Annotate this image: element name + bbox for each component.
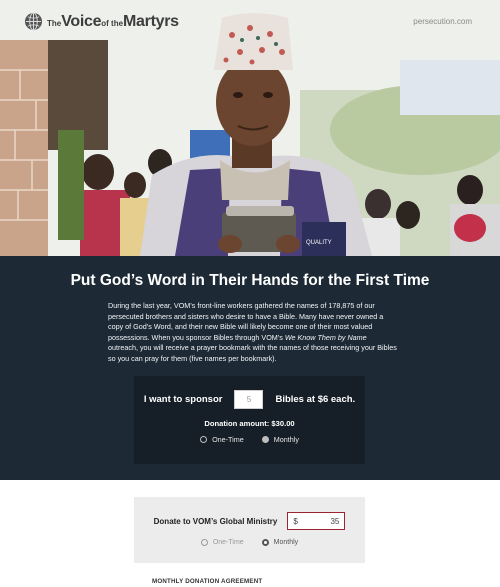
ministry-amount-input[interactable]: $ 35 bbox=[287, 512, 346, 530]
monthly-agreement-heading: MONTHLY DONATION AGREEMENT bbox=[152, 578, 263, 585]
logo-wordmark: TheVoiceof theMartyrs bbox=[47, 12, 179, 30]
sponsor-suffix-label: Bibles at $6 each. bbox=[275, 394, 356, 405]
ministry-monthly-option[interactable]: Monthly bbox=[261, 539, 298, 546]
ministry-label: Donate to VOM’s Global Ministry bbox=[153, 516, 278, 526]
hero-photo: QUALITY bbox=[0, 0, 500, 256]
radio-unselected-icon[interactable] bbox=[200, 436, 208, 443]
globe-icon bbox=[24, 12, 43, 31]
donation-amount-total: Donation amount: $30.00 bbox=[204, 419, 295, 428]
hero-banner: QUALITY TheVoiceof theMartyrs persecutio… bbox=[0, 0, 500, 256]
ministry-frequency-group: One-Time Monthly bbox=[134, 539, 365, 546]
ministry-line: Donate to VOM’s Global Ministry $ 35 bbox=[134, 512, 365, 530]
campaign-intro: During the last year, VOM’s front-line w… bbox=[108, 301, 397, 363]
radio-unselected-icon[interactable] bbox=[200, 539, 208, 546]
ministry-one-time-option[interactable]: One-Time bbox=[200, 539, 244, 546]
radio-selected-icon[interactable] bbox=[261, 436, 269, 443]
site-url-link[interactable]: persecution.com bbox=[413, 17, 472, 26]
sponsor-form: I want to sponsor Bibles at $6 each. Don… bbox=[134, 376, 365, 464]
radio-selected-icon[interactable] bbox=[261, 539, 269, 546]
currency-symbol: $ bbox=[293, 516, 298, 526]
vom-logo[interactable]: TheVoiceof theMartyrs bbox=[24, 12, 179, 31]
sponsor-frequency-group: One-Time Monthly bbox=[134, 435, 365, 444]
ministry-donation-form: Donate to VOM’s Global Ministry $ 35 One… bbox=[134, 497, 365, 563]
outreach-name: We Know Them by Name bbox=[284, 332, 367, 342]
sponsor-monthly-option[interactable]: Monthly bbox=[261, 435, 299, 444]
campaign-headline: Put God’s Word in Their Hands for the Fi… bbox=[70, 272, 430, 289]
sponsor-one-time-option[interactable]: One-Time bbox=[200, 435, 244, 444]
sponsor-prefix-label: I want to sponsor bbox=[143, 394, 223, 405]
campaign-panel: Put God’s Word in Their Hands for the Fi… bbox=[0, 256, 500, 480]
bible-quantity-input[interactable] bbox=[234, 390, 264, 409]
sponsor-line: I want to sponsor Bibles at $6 each. bbox=[134, 390, 365, 409]
ministry-amount-value[interactable]: 35 bbox=[330, 517, 339, 526]
svg-text:QUALITY: QUALITY bbox=[306, 240, 332, 246]
